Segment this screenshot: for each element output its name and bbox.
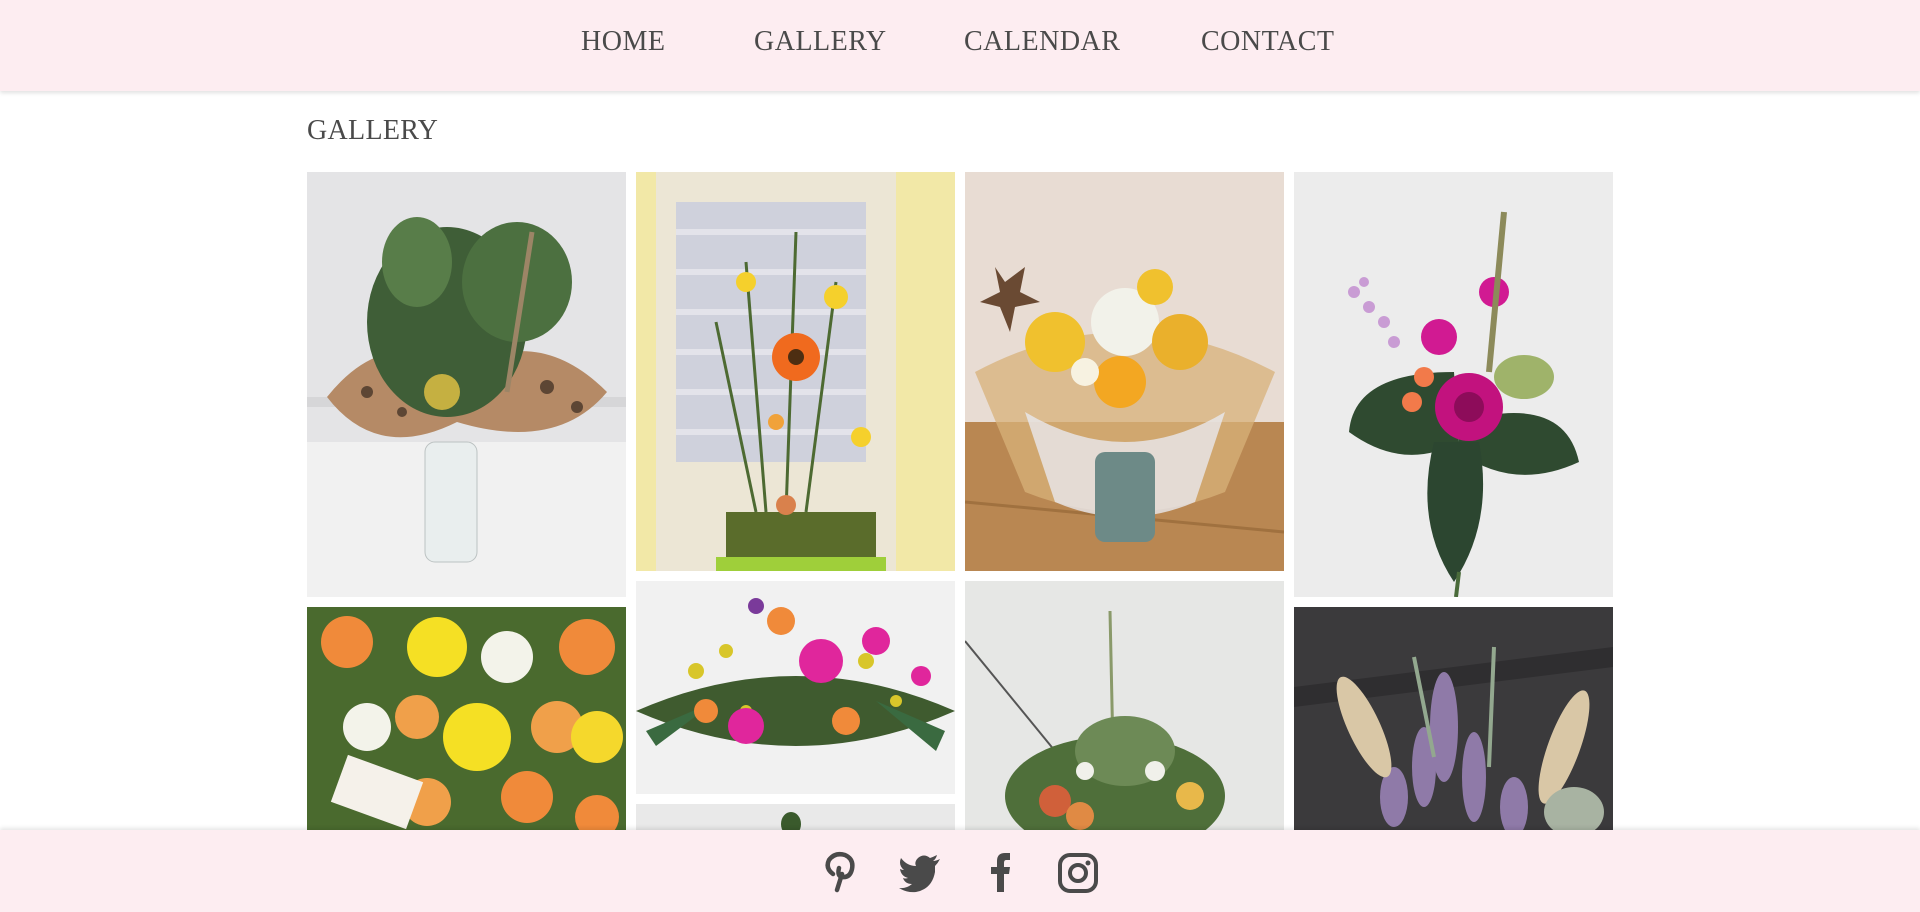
- page-title: GALLERY: [307, 115, 439, 146]
- top-navigation: HOME GALLERY CALENDAR CONTACT: [0, 0, 1920, 91]
- nav-contact-link[interactable]: CONTACT: [1201, 26, 1334, 58]
- gallery-image-green-arrangement[interactable]: [965, 581, 1284, 830]
- nav-calendar-link[interactable]: CALENDAR: [964, 26, 1120, 58]
- nav-gallery-link[interactable]: GALLERY: [754, 26, 887, 58]
- facebook-icon[interactable]: [979, 850, 1023, 894]
- twitter-icon[interactable]: [898, 850, 942, 894]
- gallery-image-long-table-arrangement[interactable]: [636, 581, 955, 794]
- gallery-image-pampas-lavender-arrangement[interactable]: [1294, 607, 1613, 830]
- gallery-image-partial[interactable]: [636, 804, 955, 830]
- footer: [0, 830, 1920, 912]
- gallery-image-vase-bouquet-polka-dot-ribbon[interactable]: [307, 172, 626, 597]
- gallery-image-wrapped-hand-tied-bouquet[interactable]: [965, 172, 1284, 571]
- gallery-image-yellow-rose-arrangement[interactable]: [307, 607, 626, 830]
- gallery-image-pink-rose-corsage-spray[interactable]: [1294, 172, 1613, 597]
- pinterest-icon[interactable]: [817, 850, 861, 894]
- nav-home-link[interactable]: HOME: [581, 26, 665, 58]
- instagram-icon[interactable]: [1056, 850, 1100, 894]
- gallery-image-upright-arrangement-gerbera[interactable]: [636, 172, 955, 571]
